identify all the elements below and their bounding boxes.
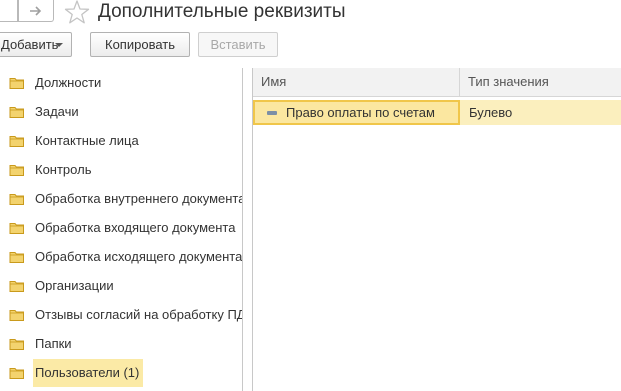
folder-item-zadachi[interactable]: Задачи [0,97,242,126]
column-divider [459,68,460,96]
back-button[interactable] [0,0,18,22]
folder-label: Пользователи (1) [33,358,144,387]
folder-label: Папки [35,335,72,351]
cell-name[interactable]: Право оплаты по счетам [253,100,460,125]
folder-icon [9,338,24,350]
folder-item-obrabotka-iskhodyashchego[interactable]: Обработка исходящего документа [0,242,243,271]
folder-icon [9,164,24,176]
folder-label: Контактные лица [35,132,139,148]
attributes-table[interactable]: Имя Тип значения Право оплаты по счетам … [252,68,621,391]
folder-icon [9,193,24,205]
folder-label: Организации [35,277,114,293]
folder-item-kontaktnye-litsa[interactable]: Контактные лица [0,126,242,155]
folder-item-organizatsii[interactable]: Организации [0,271,242,300]
table-row[interactable]: Право оплаты по счетам Булево [253,100,621,125]
folder-item-obrabotka-vnutrennego[interactable]: Обработка внутреннего документа [0,184,243,213]
cell-name-text: Право оплаты по счетам [286,105,435,120]
folder-label: Должности [35,74,102,90]
folder-icon [9,309,24,321]
paste-button[interactable]: Вставить [198,32,278,57]
forward-button[interactable] [18,0,54,22]
table-header: Имя Тип значения [253,68,621,97]
folder-item-polzovateli[interactable]: Пользователи (1) [0,358,242,387]
arrow-right-icon [30,5,42,16]
page-title: Дополнительные реквизиты [98,1,346,22]
folder-icon [9,251,24,263]
folder-item-otzyvy-soglasiy[interactable]: Отзывы согласий на обработку ПД [0,300,243,329]
column-header-name[interactable]: Имя [261,68,286,96]
folder-item-dolzhnosti[interactable]: Должности [0,68,242,97]
attribute-icon [267,111,277,115]
folder-item-obrabotka-vkhodyashchego[interactable]: Обработка входящего документа [0,213,242,242]
folder-item-papki[interactable]: Папки [0,329,242,358]
folder-label: Обработка внутреннего документа [35,190,243,206]
copy-button[interactable]: Копировать [90,32,190,57]
folder-icon [9,135,24,147]
chevron-down-icon [55,43,63,47]
folder-label: Обработка входящего документа [35,219,236,235]
column-header-value-type[interactable]: Тип значения [468,68,549,96]
add-button[interactable]: Добавить [0,32,72,57]
folder-icon [9,280,24,292]
folder-icon [9,367,24,379]
folder-label: Задачи [35,103,79,119]
folder-icon [9,77,24,89]
folder-item-kontrol[interactable]: Контроль [0,155,242,184]
add-button-label: Добавить [1,37,59,52]
folder-label: Отзывы согласий на обработку ПД [35,306,243,322]
folder-icon [9,106,24,118]
folder-label: Контроль [35,161,92,177]
favorite-star-icon[interactable] [64,0,90,25]
cell-value-type[interactable]: Булево [469,104,512,121]
folder-list[interactable]: Должности Задачи Контактные лица Контрол… [0,68,243,391]
folder-label: Обработка исходящего документа [35,248,243,264]
folder-icon [9,222,24,234]
